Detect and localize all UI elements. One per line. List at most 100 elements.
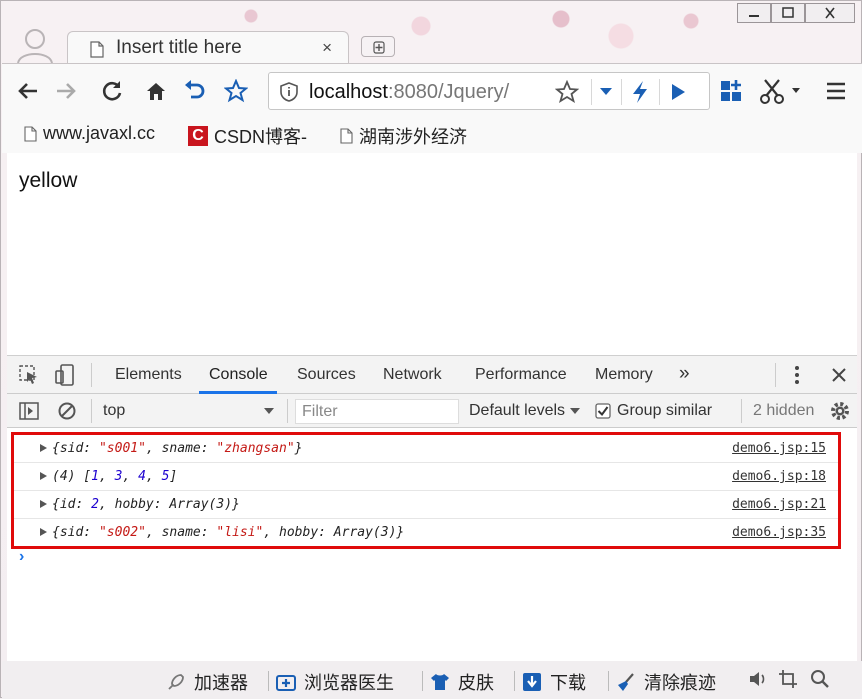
device-toolbar-icon[interactable] [55, 364, 75, 386]
tab-performance[interactable]: Performance [475, 366, 567, 384]
status-divider [608, 671, 609, 691]
menu-button[interactable] [822, 77, 850, 105]
toolbar-divider [287, 399, 288, 423]
status-divider [422, 671, 423, 691]
address-url[interactable]: localhost:8080/Jquery/ [309, 81, 509, 104]
status-divider [268, 671, 269, 691]
browser-window: Insert title here × localhost:8080/Jquer… [0, 0, 862, 699]
accelerator-button[interactable]: 加速器 [166, 669, 248, 695]
speaker-icon [748, 669, 768, 689]
undo-close-tab-button[interactable] [180, 77, 208, 105]
expand-triangle-icon[interactable] [40, 500, 47, 508]
console-prompt[interactable]: › [19, 548, 24, 566]
close-window-button[interactable] [805, 3, 855, 23]
back-button[interactable] [14, 77, 42, 105]
bookmark-item[interactable]: 湖南涉外经济 [340, 123, 467, 149]
skin-button[interactable]: 皮肤 [430, 669, 494, 695]
maximize-button[interactable] [771, 3, 805, 23]
log-source-link[interactable]: demo6.jsp:35 [732, 525, 826, 540]
forward-button[interactable] [52, 77, 80, 105]
toolbar-divider [91, 399, 92, 423]
log-token: {id: [52, 497, 92, 512]
address-divider [659, 79, 660, 105]
tab-sources[interactable]: Sources [297, 366, 356, 384]
log-message: {id: 2, hobby: Array(3)} [52, 497, 240, 512]
more-tabs-button[interactable]: » [679, 363, 690, 385]
browser-doctor-button[interactable]: 浏览器医生 [276, 669, 394, 695]
log-token: {sid: [52, 525, 99, 540]
status-bar: 加速器 浏览器医生 皮肤 下载 清除痕迹 [2, 661, 862, 699]
devtools-tab-bar: Elements Console Sources Network Perform… [7, 356, 857, 394]
download-button[interactable]: 下载 [522, 669, 586, 695]
tab-network[interactable]: Network [383, 366, 442, 384]
clear-console-icon[interactable] [57, 401, 77, 421]
kebab-menu-icon[interactable] [793, 365, 801, 385]
screen-capture-button[interactable] [778, 669, 806, 689]
filter-placeholder: Filter [302, 403, 338, 420]
console-log-row[interactable]: (4) [1, 3, 4, 5] demo6.jsp:18 [14, 463, 838, 491]
shirt-icon [430, 672, 450, 692]
minimize-button[interactable] [737, 3, 771, 23]
info-shield-icon[interactable] [279, 82, 299, 102]
chevron-down-icon [792, 88, 800, 93]
chevron-down-icon[interactable] [599, 87, 613, 97]
play-icon[interactable] [669, 82, 687, 102]
log-source-link[interactable]: demo6.jsp:21 [732, 497, 826, 512]
log-string: "s002" [98, 525, 146, 540]
url-path: :8080/Jquery/ [387, 81, 510, 103]
toolbar-divider [741, 399, 742, 423]
expand-triangle-icon[interactable] [40, 472, 47, 480]
apps-grid-icon [721, 80, 741, 101]
log-source-link[interactable]: demo6.jsp:15 [732, 441, 826, 456]
log-token: , hobby: Array(3)} [98, 497, 240, 512]
reload-button[interactable] [98, 77, 126, 105]
page-text: yellow [19, 169, 78, 192]
favorites-button[interactable] [222, 77, 250, 105]
tab-console[interactable]: Console [209, 366, 268, 384]
console-log-row[interactable]: {id: 2, hobby: Array(3)} demo6.jsp:21 [14, 491, 838, 519]
bookmark-item[interactable]: www.javaxl.cc [24, 123, 155, 144]
home-button[interactable] [142, 77, 170, 105]
console-log-row[interactable]: {sid: "s001", sname: "zhangsan"} demo6.j… [14, 435, 838, 463]
zoom-button[interactable] [810, 669, 838, 689]
gear-icon[interactable] [829, 400, 851, 422]
log-levels-select[interactable]: Default levels [469, 402, 565, 420]
chevron-down-icon[interactable] [263, 407, 275, 415]
filter-input[interactable]: Filter [295, 399, 459, 424]
hidden-count: 2 hidden [753, 402, 815, 419]
tab-elements[interactable]: Elements [115, 366, 182, 384]
page-icon [24, 125, 37, 142]
bookmarks-bar: www.javaxl.cc C CSDN博客- 湖南涉外经济 [2, 119, 862, 153]
console-log-row[interactable]: {sid: "s002", sname: "lisi", hobby: Arra… [14, 519, 838, 547]
group-similar-checkbox[interactable] [595, 403, 611, 419]
log-string: "lisi" [216, 525, 264, 540]
chevron-down-icon[interactable] [569, 407, 581, 415]
lightning-icon[interactable] [629, 80, 651, 104]
clear-history-button[interactable]: 清除痕迹 [616, 669, 716, 695]
close-icon[interactable] [831, 367, 847, 383]
volume-button[interactable] [748, 669, 776, 689]
bookmark-item[interactable]: C CSDN博客- [188, 123, 307, 149]
address-bar[interactable]: localhost:8080/Jquery/ [268, 72, 710, 110]
crop-icon [778, 669, 798, 689]
log-source-link[interactable]: demo6.jsp:18 [732, 469, 826, 484]
status-label: 加速器 [194, 673, 248, 693]
status-divider [514, 671, 515, 691]
inspect-element-icon[interactable] [19, 365, 39, 385]
new-tab-button[interactable] [361, 36, 395, 57]
screenshot-button[interactable] [758, 77, 786, 105]
close-icon [825, 7, 835, 19]
context-select[interactable]: top [103, 402, 125, 420]
expand-triangle-icon[interactable] [40, 444, 47, 452]
sidebar-toggle-icon[interactable] [19, 402, 39, 420]
tab-memory[interactable]: Memory [595, 366, 653, 384]
browser-tab[interactable]: Insert title here × [67, 31, 349, 65]
tab-close-icon[interactable]: × [322, 38, 332, 58]
console-toolbar: top Filter Default levels Group similar … [7, 394, 857, 428]
screenshot-dropdown[interactable] [788, 77, 804, 105]
expand-triangle-icon[interactable] [40, 528, 47, 536]
profile-avatar-icon[interactable] [15, 25, 55, 63]
extensions-button[interactable] [718, 77, 746, 105]
log-token: {sid: [52, 441, 99, 456]
bookmark-star-icon[interactable] [555, 80, 579, 104]
